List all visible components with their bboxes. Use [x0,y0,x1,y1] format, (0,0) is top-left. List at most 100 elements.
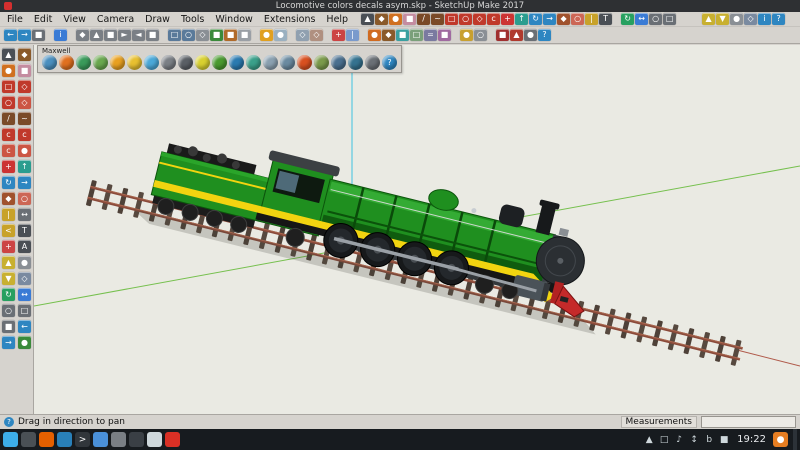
section-plane-icon[interactable]: ◇ [744,13,758,25]
look-around-icon[interactable]: ● [730,13,744,25]
textured-mode-icon[interactable]: ■ [224,29,237,41]
text-icon[interactable]: T [18,224,31,237]
right-view-icon[interactable]: ► [118,29,131,41]
rotated-rectangle-icon[interactable]: ◇ [18,80,31,93]
maxwell-cloud-icon[interactable] [110,55,125,70]
rotate-tool-icon[interactable]: ↻ [529,13,543,25]
text-3d-icon[interactable]: A [18,240,31,253]
protractor-icon[interactable]: < [2,224,15,237]
section-plane-toggle-icon[interactable]: ◇ [296,29,309,41]
section-plane-icon[interactable]: ◇ [18,272,31,285]
inkscape-icon[interactable] [129,432,144,447]
shaded-mode-icon[interactable]: ■ [210,29,223,41]
guides-toggle-icon[interactable]: | [346,29,359,41]
maxwell-particles-icon[interactable] [280,55,295,70]
pie-icon[interactable]: ● [18,144,31,157]
position-camera-icon[interactable]: ▲ [702,13,716,25]
position-camera-icon[interactable]: ▲ [2,256,15,269]
outliner-panel-icon[interactable]: = [424,29,437,41]
libreoffice-icon[interactable] [147,432,162,447]
axes-icon[interactable]: + [2,240,15,253]
notifications-icon[interactable]: ● [773,432,788,447]
tape-measure-icon[interactable]: | [585,13,599,25]
zoom-extents-icon[interactable]: ■ [2,320,15,333]
menu-view[interactable]: View [58,14,91,25]
previous-view-icon[interactable]: ← [18,320,31,333]
maxwell-sun-icon[interactable] [127,55,142,70]
xray-mode-icon[interactable]: □ [168,29,181,41]
look-around-icon[interactable]: ● [18,256,31,269]
axes-toggle-icon[interactable]: + [332,29,345,41]
warehouse-3d-icon[interactable]: ▲ [510,29,523,41]
maxwell-camera-icon[interactable] [161,55,176,70]
maxwell-studio-icon[interactable] [348,55,363,70]
instructor-icon[interactable]: ? [772,13,786,25]
next-view-icon[interactable]: → [2,336,15,349]
scenes-panel-icon[interactable]: ■ [438,29,451,41]
left-view-icon[interactable]: ■ [146,29,159,41]
wireframe-mode-icon[interactable]: ○ [182,29,195,41]
model-info-icon[interactable]: i [758,13,772,25]
clock[interactable]: 19:22 [737,434,766,445]
move-tool-icon[interactable]: + [501,13,515,25]
zoom-tool-icon[interactable]: ○ [649,13,663,25]
display-icon[interactable]: ■ [718,433,730,446]
components-browser-icon[interactable]: ◆ [382,29,395,41]
maxwell-lens-icon[interactable] [178,55,193,70]
konsole-icon[interactable]: > [75,432,90,447]
monochrome-mode-icon[interactable]: ■ [238,29,251,41]
volume-icon[interactable]: ♪ [673,433,685,446]
maxwell-sea-icon[interactable] [229,55,244,70]
arc-icon[interactable]: c [2,128,15,141]
zoom-icon[interactable]: ○ [2,304,15,317]
show-hidden-icon[interactable]: ▲ [643,433,655,446]
front-view-icon[interactable]: ■ [104,29,117,41]
menu-extensions[interactable]: Extensions [259,14,321,25]
orbit-tool-icon[interactable]: ↻ [621,13,635,25]
freehand-tool-icon[interactable]: ~ [431,13,445,25]
paint-bucket-icon[interactable]: ● [2,64,15,77]
push-pull-tool-icon[interactable]: ↑ [515,13,529,25]
firefox-icon[interactable] [39,432,54,447]
select-icon[interactable]: ▲ [2,48,15,61]
maxwell-scene-icon[interactable] [42,55,57,70]
sketchup-taskbar-icon[interactable] [165,432,180,447]
bluetooth-icon[interactable]: b [703,433,715,446]
walk-icon[interactable]: ▼ [2,272,15,285]
print-icon[interactable]: ■ [32,29,45,41]
gimp-icon[interactable] [111,432,126,447]
rectangle-icon[interactable]: □ [2,80,15,93]
push-pull-icon[interactable]: ↑ [18,160,31,173]
maxwell-settings-icon[interactable] [365,55,380,70]
clipboard-icon[interactable]: □ [658,433,670,446]
maxwell-textures-icon[interactable] [93,55,108,70]
iso-view-icon[interactable]: ◆ [76,29,89,41]
undo-icon[interactable]: ← [4,29,17,41]
desktop-peek-button[interactable] [793,429,797,450]
eraser-icon[interactable]: ■ [403,13,417,25]
maxwell-grass-icon[interactable] [212,55,227,70]
measurements-input[interactable] [701,416,796,428]
offset-tool-icon[interactable]: ○ [571,13,585,25]
model-canvas[interactable] [34,45,800,414]
maxwell-scatter-icon[interactable] [246,55,261,70]
kate-icon[interactable] [93,432,108,447]
help-center-icon[interactable]: ? [538,29,551,41]
styles-browser-icon[interactable]: ■ [396,29,409,41]
back-view-icon[interactable]: ◄ [132,29,145,41]
freehand-icon[interactable]: ~ [18,112,31,125]
pan-icon[interactable]: ↔ [18,288,31,301]
file-manager-icon[interactable] [57,432,72,447]
follow-me-icon[interactable]: → [18,176,31,189]
maxwell-materials-icon[interactable] [76,55,91,70]
paint-bucket-icon[interactable]: ● [389,13,403,25]
maxwell-help-icon[interactable]: ? [382,55,397,70]
move-icon[interactable]: + [2,160,15,173]
rectangle-tool-icon[interactable]: □ [445,13,459,25]
hidden-line-mode-icon[interactable]: ◇ [196,29,209,41]
shadows-toggle-icon[interactable]: ● [260,29,273,41]
walk-tool-icon[interactable]: ▼ [716,13,730,25]
entity-info-icon[interactable]: i [54,29,67,41]
maxwell-network-icon[interactable] [331,55,346,70]
menu-camera[interactable]: Camera [92,14,139,25]
